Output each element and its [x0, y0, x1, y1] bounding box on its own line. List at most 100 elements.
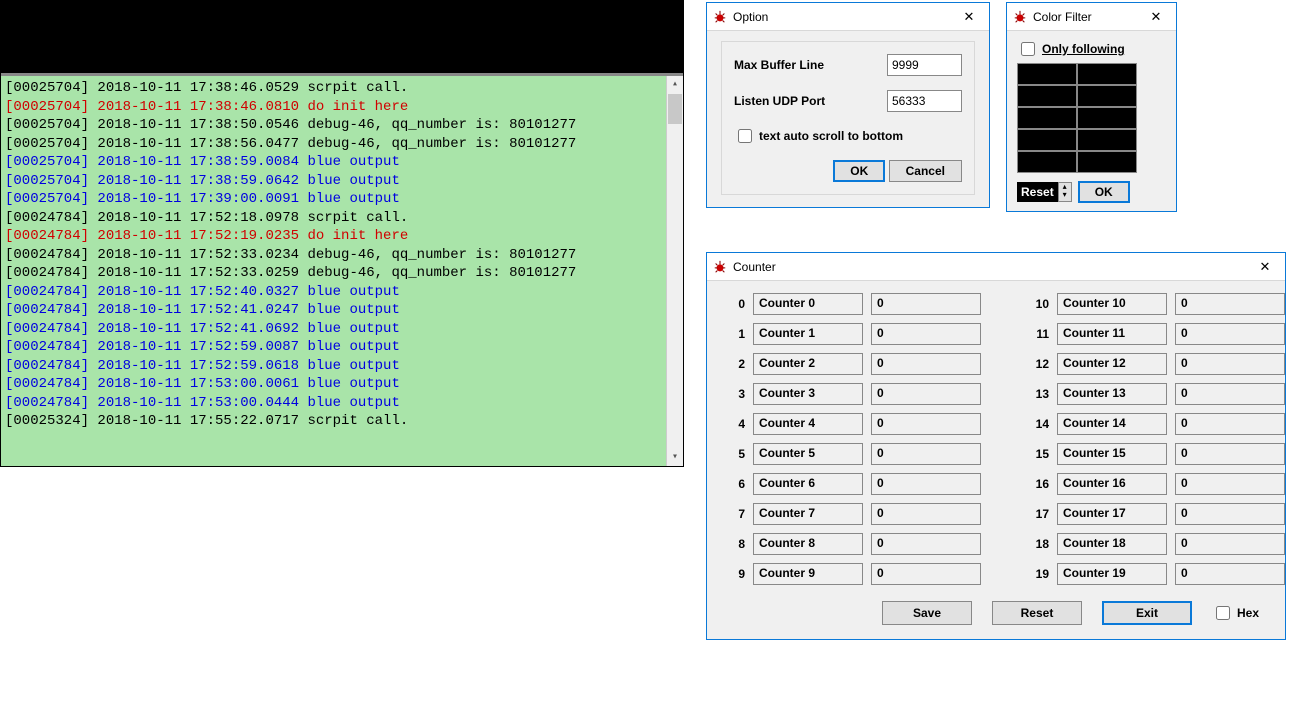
counter-value: 0	[871, 533, 981, 555]
counter-value: 0	[871, 443, 981, 465]
color-cell[interactable]	[1078, 64, 1136, 84]
counter-index: 14	[1027, 417, 1049, 431]
color-cell[interactable]	[1018, 130, 1076, 150]
autoscroll-label: text auto scroll to bottom	[759, 129, 903, 143]
max-buffer-input[interactable]	[887, 54, 962, 76]
color-cell[interactable]	[1018, 86, 1076, 106]
counter-value: 0	[871, 383, 981, 405]
counter-value: 0	[871, 563, 981, 585]
counter-name[interactable]: Counter 3	[753, 383, 863, 405]
counter-value: 0	[871, 413, 981, 435]
log-line: [00025704] 2018-10-11 17:38:59.0642 blue…	[5, 172, 679, 191]
log-line: [00025704] 2018-10-11 17:38:46.0810 do i…	[5, 98, 679, 117]
option-ok-button[interactable]: OK	[833, 160, 885, 182]
log-area[interactable]: [00025704] 2018-10-11 17:38:46.0529 scrp…	[1, 76, 683, 466]
log-line: [00024784] 2018-10-11 17:52:18.0978 scrp…	[5, 209, 679, 228]
filter-ok-button[interactable]: OK	[1078, 181, 1130, 203]
color-cell[interactable]	[1078, 86, 1136, 106]
filter-titlebar[interactable]: Color Filter ✕	[1007, 3, 1176, 31]
hex-checkbox[interactable]	[1216, 606, 1230, 620]
counter-value: 0	[871, 293, 981, 315]
counter-titlebar[interactable]: Counter ✕	[707, 253, 1285, 281]
counter-value: 0	[1175, 383, 1285, 405]
log-line: [00025704] 2018-10-11 17:38:50.0546 debu…	[5, 116, 679, 135]
log-line: [00024784] 2018-10-11 17:53:00.0444 blue…	[5, 394, 679, 413]
log-window: [00025704] 2018-10-11 17:38:46.0529 scrp…	[0, 0, 684, 467]
log-line: [00024784] 2018-10-11 17:53:00.0061 blue…	[5, 375, 679, 394]
counter-name[interactable]: Counter 10	[1057, 293, 1167, 315]
color-grid	[1017, 63, 1137, 173]
close-icon[interactable]: ✕	[1142, 7, 1170, 27]
counter-value: 0	[1175, 563, 1285, 585]
max-buffer-label: Max Buffer Line	[734, 58, 887, 72]
log-line: [00025704] 2018-10-11 17:38:46.0529 scrp…	[5, 79, 679, 98]
counter-index: 0	[723, 297, 745, 311]
counter-index: 4	[723, 417, 745, 431]
counter-index: 11	[1027, 327, 1049, 341]
log-line: [00024784] 2018-10-11 17:52:59.0087 blue…	[5, 338, 679, 357]
color-cell[interactable]	[1078, 130, 1136, 150]
counter-index: 5	[723, 447, 745, 461]
counter-name[interactable]: Counter 13	[1057, 383, 1167, 405]
color-cell[interactable]	[1018, 152, 1076, 172]
color-cell[interactable]	[1078, 152, 1136, 172]
counter-name[interactable]: Counter 17	[1057, 503, 1167, 525]
udp-port-label: Listen UDP Port	[734, 94, 887, 108]
filter-reset-button[interactable]: Reset	[1017, 182, 1058, 202]
counter-name[interactable]: Counter 14	[1057, 413, 1167, 435]
counter-name[interactable]: Counter 5	[753, 443, 863, 465]
counter-grid: 0Counter 0010Counter 1001Counter 1011Cou…	[723, 293, 1269, 585]
log-line: [00025324] 2018-10-11 17:55:22.0717 scrp…	[5, 412, 679, 431]
counter-value: 0	[1175, 533, 1285, 555]
scroll-down-arrow-icon[interactable]: ▾	[667, 449, 683, 466]
counter-index: 9	[723, 567, 745, 581]
counter-name[interactable]: Counter 4	[753, 413, 863, 435]
counter-name[interactable]: Counter 15	[1057, 443, 1167, 465]
counter-name[interactable]: Counter 8	[753, 533, 863, 555]
counter-index: 10	[1027, 297, 1049, 311]
option-cancel-button[interactable]: Cancel	[889, 160, 962, 182]
option-titlebar[interactable]: Option ✕	[707, 3, 989, 31]
log-line: [00025704] 2018-10-11 17:38:59.0084 blue…	[5, 153, 679, 172]
log-scrollbar[interactable]: ▴ ▾	[666, 76, 683, 466]
counter-value: 0	[1175, 473, 1285, 495]
counter-name[interactable]: Counter 9	[753, 563, 863, 585]
filter-reset-combo[interactable]: Reset ▴▾	[1017, 182, 1072, 202]
option-title: Option	[733, 10, 955, 24]
counter-value: 0	[1175, 323, 1285, 345]
counter-name[interactable]: Counter 19	[1057, 563, 1167, 585]
filter-reset-spinner[interactable]: ▴▾	[1058, 182, 1072, 202]
counter-value: 0	[871, 503, 981, 525]
counter-name[interactable]: Counter 12	[1057, 353, 1167, 375]
counter-name[interactable]: Counter 11	[1057, 323, 1167, 345]
scroll-thumb[interactable]	[668, 94, 682, 124]
counter-name[interactable]: Counter 2	[753, 353, 863, 375]
close-icon[interactable]: ✕	[955, 7, 983, 27]
log-line: [00024784] 2018-10-11 17:52:41.0247 blue…	[5, 301, 679, 320]
log-line: [00024784] 2018-10-11 17:52:33.0259 debu…	[5, 264, 679, 283]
close-icon[interactable]: ✕	[1251, 257, 1279, 277]
color-cell[interactable]	[1018, 108, 1076, 128]
color-cell[interactable]	[1018, 64, 1076, 84]
counter-name[interactable]: Counter 16	[1057, 473, 1167, 495]
counter-reset-button[interactable]: Reset	[992, 601, 1082, 625]
log-line: [00024784] 2018-10-11 17:52:33.0234 debu…	[5, 246, 679, 265]
counter-index: 7	[723, 507, 745, 521]
only-following-checkbox[interactable]	[1021, 42, 1035, 56]
counter-index: 1	[723, 327, 745, 341]
udp-port-input[interactable]	[887, 90, 962, 112]
counter-index: 19	[1027, 567, 1049, 581]
counter-name[interactable]: Counter 6	[753, 473, 863, 495]
log-titlebar[interactable]	[1, 1, 683, 76]
counter-name[interactable]: Counter 18	[1057, 533, 1167, 555]
scroll-up-arrow-icon[interactable]: ▴	[667, 76, 683, 93]
counter-save-button[interactable]: Save	[882, 601, 972, 625]
color-cell[interactable]	[1078, 108, 1136, 128]
counter-name[interactable]: Counter 1	[753, 323, 863, 345]
counter-name[interactable]: Counter 0	[753, 293, 863, 315]
counter-name[interactable]: Counter 7	[753, 503, 863, 525]
autoscroll-checkbox[interactable]	[738, 129, 752, 143]
counter-exit-button[interactable]: Exit	[1102, 601, 1192, 625]
bug-icon	[713, 10, 727, 24]
counter-index: 2	[723, 357, 745, 371]
